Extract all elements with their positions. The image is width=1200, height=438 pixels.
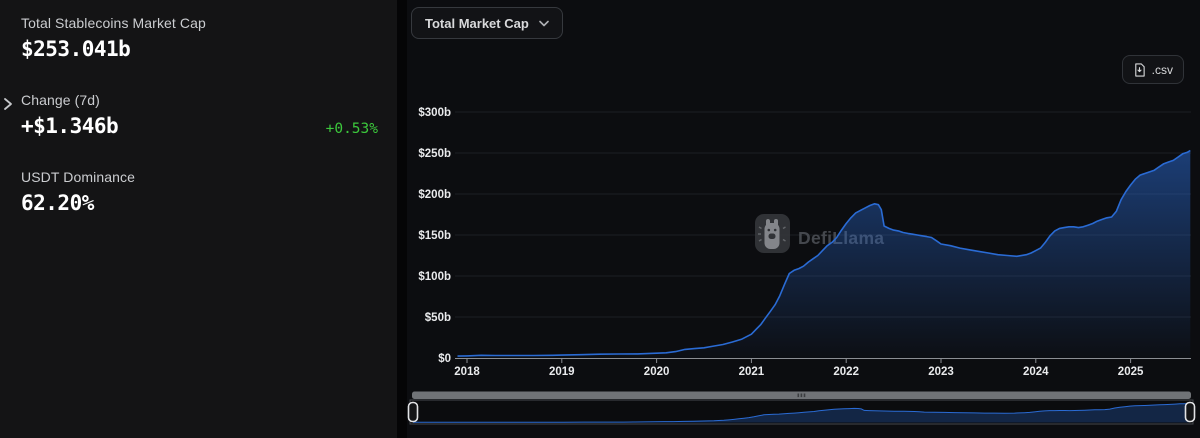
chart-panel: Total Market Cap .csv $0 $50b $100b $150… xyxy=(407,0,1200,438)
stat-usdt-dominance: USDT Dominance 62.20% xyxy=(21,169,378,215)
stablecoins-area-chart[interactable]: DefiLlama $0$50b$100b$150b$200b$250b$300… xyxy=(407,0,1200,438)
y-axis-tick-label: $50b xyxy=(425,312,451,324)
change-7d-percent: +0.53% xyxy=(325,121,378,137)
stat-total-market-cap: Total Stablecoins Market Cap $253.041b xyxy=(21,15,378,61)
x-axis-tick-label: 2021 xyxy=(739,366,765,378)
range-brush xyxy=(407,391,1196,425)
chart-series xyxy=(457,149,1191,358)
y-axis-tick-label: $200b xyxy=(418,189,451,201)
brush-handle-right[interactable] xyxy=(1184,401,1196,423)
usdt-dominance-value: 62.20% xyxy=(21,191,94,215)
y-axis-tick-label: $150b xyxy=(418,230,451,242)
change-7d-label: Change (7d) xyxy=(21,92,100,108)
y-axis-tick-label: $100b xyxy=(418,271,451,283)
total-market-cap-value: $253.041b xyxy=(21,37,131,61)
brush-handle-left[interactable] xyxy=(407,401,419,423)
y-axis-tick-label: $250b xyxy=(418,148,451,160)
stat-change-7d: Change (7d) +$1.346b +0.53% xyxy=(4,92,378,138)
x-axis-tick-label: 2023 xyxy=(928,366,954,378)
x-axis-tick-label: 2024 xyxy=(1023,366,1049,378)
total-market-cap-label: Total Stablecoins Market Cap xyxy=(21,15,206,31)
scrollbar-grip-icon xyxy=(797,393,806,398)
y-axis-tick-label: $300b xyxy=(418,107,451,119)
x-axis-tick-label: 2018 xyxy=(454,366,480,378)
x-axis-tick-label: 2025 xyxy=(1118,366,1144,378)
change-7d-value: +$1.346b xyxy=(21,114,119,138)
x-axis-tick-label: 2019 xyxy=(549,366,575,378)
change-7d-row: +$1.346b +0.53% xyxy=(4,98,378,138)
stats-panel: Total Stablecoins Market Cap $253.041b C… xyxy=(0,0,397,438)
stablecoins-dashboard: Total Stablecoins Market Cap $253.041b C… xyxy=(0,0,1200,438)
usdt-dominance-label: USDT Dominance xyxy=(21,169,135,185)
y-axis-tick-label: $0 xyxy=(438,353,451,365)
chevron-right-icon[interactable] xyxy=(3,96,17,112)
x-axis-tick-label: 2020 xyxy=(644,366,670,378)
x-axis-tick-label: 2022 xyxy=(833,366,859,378)
defillama-logo-icon xyxy=(755,214,790,253)
